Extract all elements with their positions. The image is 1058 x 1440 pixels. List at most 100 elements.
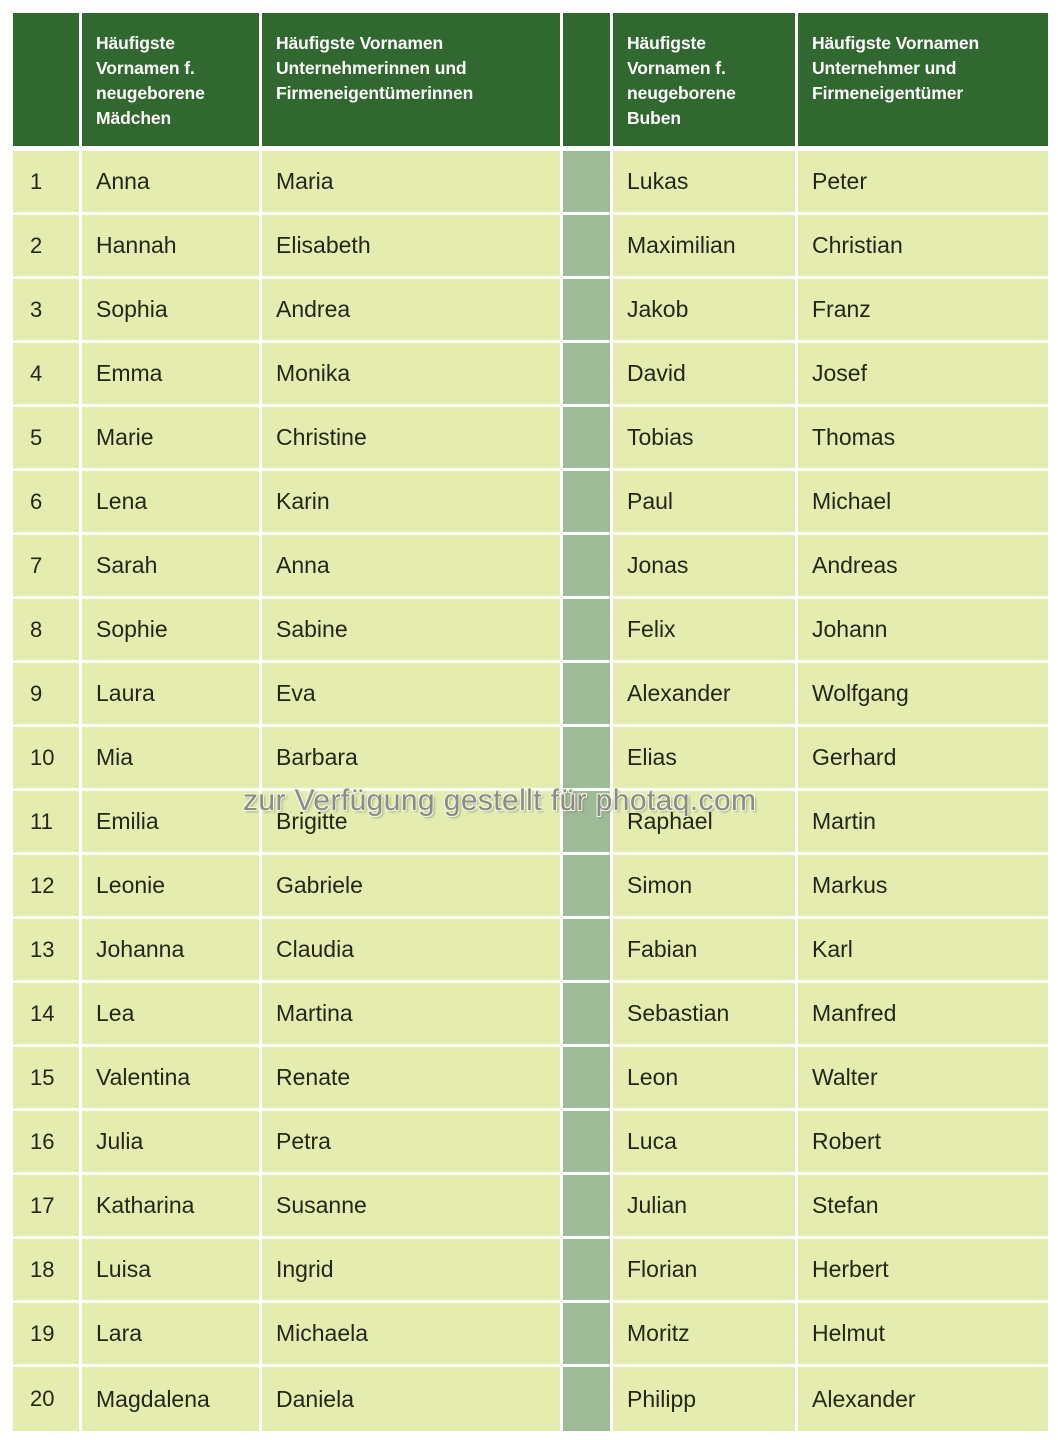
cell-girls-name: Laura (82, 663, 262, 728)
cell-girls-name: Julia (82, 1111, 262, 1176)
column-header-women-business-owners: Häufigste Vornamen Unternehmerinnen und … (262, 13, 563, 152)
cell-separator (563, 1367, 613, 1432)
table-row: 1 Anna Maria Lukas Peter (13, 151, 1048, 216)
cell-men-owner-name: Josef (798, 343, 1048, 408)
cell-boys-name: Fabian (613, 919, 798, 984)
table-row: 2 Hannah Elisabeth Maximilian Christian (13, 215, 1048, 280)
cell-separator (563, 343, 613, 408)
cell-men-owner-name: Andreas (798, 535, 1048, 600)
cell-men-owner-name: Martin (798, 791, 1048, 856)
cell-boys-name: Luca (613, 1111, 798, 1176)
cell-boys-name: Alexander (613, 663, 798, 728)
table-row: 17 Katharina Susanne Julian Stefan (13, 1175, 1048, 1240)
cell-women-owner-name: Karin (262, 471, 563, 536)
cell-women-owner-name: Eva (262, 663, 563, 728)
cell-rank: 14 (13, 983, 82, 1048)
table-row: 9 Laura Eva Alexander Wolfgang (13, 663, 1048, 728)
cell-men-owner-name: Markus (798, 855, 1048, 920)
cell-women-owner-name: Elisabeth (262, 215, 563, 280)
cell-rank: 8 (13, 599, 82, 664)
cell-men-owner-name: Herbert (798, 1239, 1048, 1304)
cell-boys-name: Jakob (613, 279, 798, 344)
cell-separator (563, 407, 613, 472)
table-row: 15 Valentina Renate Leon Walter (13, 1047, 1048, 1112)
cell-separator (563, 215, 613, 280)
cell-boys-name: Julian (613, 1175, 798, 1240)
cell-men-owner-name: Christian (798, 215, 1048, 280)
cell-girls-name: Marie (82, 407, 262, 472)
cell-separator (563, 727, 613, 792)
cell-men-owner-name: Michael (798, 471, 1048, 536)
cell-boys-name: Simon (613, 855, 798, 920)
table-row: 3 Sophia Andrea Jakob Franz (13, 279, 1048, 344)
cell-men-owner-name: Robert (798, 1111, 1048, 1176)
cell-rank: 19 (13, 1303, 82, 1368)
cell-women-owner-name: Renate (262, 1047, 563, 1112)
cell-women-owner-name: Andrea (262, 279, 563, 344)
cell-separator (563, 1111, 613, 1176)
cell-rank: 18 (13, 1239, 82, 1304)
cell-men-owner-name: Walter (798, 1047, 1048, 1112)
cell-men-owner-name: Franz (798, 279, 1048, 344)
cell-separator (563, 1239, 613, 1304)
cell-women-owner-name: Brigitte (262, 791, 563, 856)
cell-rank: 7 (13, 535, 82, 600)
cell-women-owner-name: Barbara (262, 727, 563, 792)
first-names-ranking-table: Häufigste Vornamen f. neugeborene Mädche… (13, 13, 1048, 1432)
cell-separator (563, 983, 613, 1048)
cell-boys-name: Paul (613, 471, 798, 536)
page-root: Häufigste Vornamen f. neugeborene Mädche… (0, 0, 1058, 1440)
cell-girls-name: Luisa (82, 1239, 262, 1304)
cell-girls-name: Lea (82, 983, 262, 1048)
cell-separator (563, 919, 613, 984)
cell-rank: 12 (13, 855, 82, 920)
cell-girls-name: Sophie (82, 599, 262, 664)
cell-boys-name: Elias (613, 727, 798, 792)
cell-women-owner-name: Ingrid (262, 1239, 563, 1304)
cell-separator (563, 599, 613, 664)
cell-women-owner-name: Anna (262, 535, 563, 600)
cell-girls-name: Leonie (82, 855, 262, 920)
cell-girls-name: Valentina (82, 1047, 262, 1112)
table-row: 19 Lara Michaela Moritz Helmut (13, 1303, 1048, 1368)
table-row: 6 Lena Karin Paul Michael (13, 471, 1048, 536)
cell-men-owner-name: Peter (798, 151, 1048, 216)
table-row: 11 Emilia Brigitte Raphael Martin (13, 791, 1048, 856)
cell-separator (563, 535, 613, 600)
cell-girls-name: Sophia (82, 279, 262, 344)
cell-girls-name: Lara (82, 1303, 262, 1368)
cell-boys-name: Lukas (613, 151, 798, 216)
cell-girls-name: Sarah (82, 535, 262, 600)
table-header-row: Häufigste Vornamen f. neugeborene Mädche… (13, 13, 1048, 152)
cell-boys-name: Raphael (613, 791, 798, 856)
cell-boys-name: David (613, 343, 798, 408)
cell-boys-name: Maximilian (613, 215, 798, 280)
cell-rank: 11 (13, 791, 82, 856)
table-row: 16 Julia Petra Luca Robert (13, 1111, 1048, 1176)
cell-women-owner-name: Monika (262, 343, 563, 408)
cell-girls-name: Magdalena (82, 1367, 262, 1432)
table-row: 20 Magdalena Daniela Philipp Alexander (13, 1367, 1048, 1432)
cell-rank: 10 (13, 727, 82, 792)
cell-separator (563, 151, 613, 216)
column-header-girls: Häufigste Vornamen f. neugeborene Mädche… (82, 13, 262, 152)
cell-rank: 2 (13, 215, 82, 280)
cell-women-owner-name: Claudia (262, 919, 563, 984)
table-body: 1 Anna Maria Lukas Peter 2 Hannah Elisabeth Maxi… (13, 151, 1048, 1432)
cell-men-owner-name: Gerhard (798, 727, 1048, 792)
cell-girls-name: Hannah (82, 215, 262, 280)
cell-women-owner-name: Martina (262, 983, 563, 1048)
cell-girls-name: Mia (82, 727, 262, 792)
cell-boys-name: Moritz (613, 1303, 798, 1368)
cell-men-owner-name: Johann (798, 599, 1048, 664)
cell-boys-name: Felix (613, 599, 798, 664)
cell-rank: 17 (13, 1175, 82, 1240)
table-row: 12 Leonie Gabriele Simon Markus (13, 855, 1048, 920)
cell-separator (563, 855, 613, 920)
cell-women-owner-name: Christine (262, 407, 563, 472)
cell-women-owner-name: Susanne (262, 1175, 563, 1240)
table-header: Häufigste Vornamen f. neugeborene Mädche… (13, 13, 1048, 152)
cell-rank: 13 (13, 919, 82, 984)
cell-boys-name: Sebastian (613, 983, 798, 1048)
cell-men-owner-name: Alexander (798, 1367, 1048, 1432)
